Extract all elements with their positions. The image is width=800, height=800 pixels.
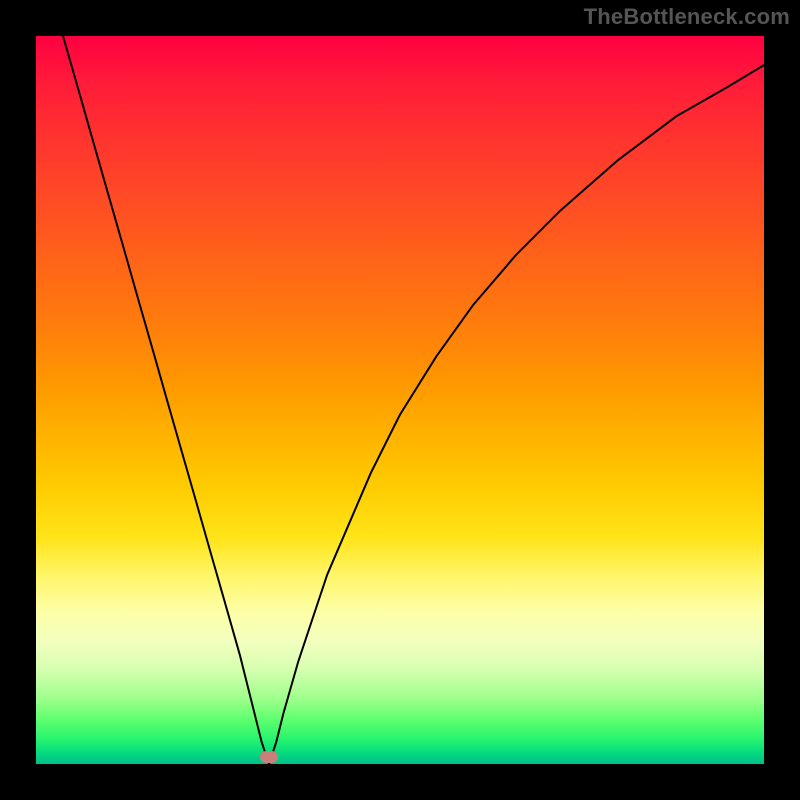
plot-area <box>36 36 764 764</box>
attribution-label: TheBottleneck.com <box>584 4 790 30</box>
chart-container: TheBottleneck.com <box>0 0 800 800</box>
optimal-point-marker <box>260 751 278 763</box>
gradient-background <box>36 36 764 764</box>
